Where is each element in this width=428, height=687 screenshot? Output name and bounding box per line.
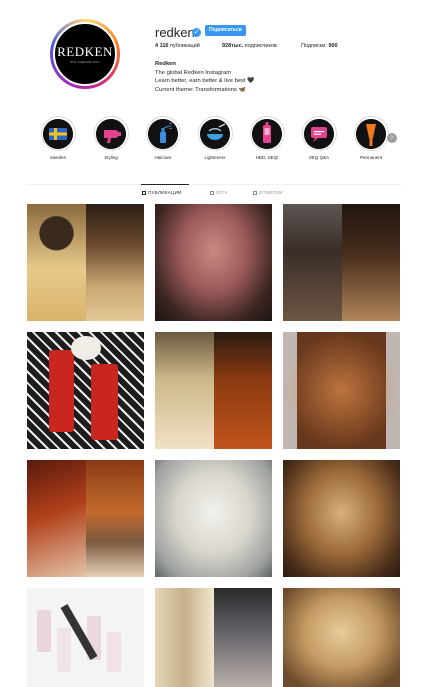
highlight-styling[interactable]: Styling: [93, 116, 129, 160]
post-thumbnail[interactable]: [155, 588, 272, 687]
post-thumbnail[interactable]: [155, 460, 272, 577]
post-thumbnail[interactable]: [27, 332, 144, 449]
post-thumbnail[interactable]: [27, 460, 144, 577]
tab-igtv-label: IGTV: [216, 190, 228, 195]
tabs-divider: [27, 184, 401, 185]
tab-igtv[interactable]: IGTV: [210, 190, 228, 195]
color-brush-icon: [356, 118, 386, 149]
post-thumbnail[interactable]: [283, 460, 400, 577]
highlight-hbd-seq[interactable]: HBD, SEQ!: [249, 116, 285, 160]
highlight-label: Sweden: [49, 155, 67, 160]
grid-icon: [142, 191, 146, 195]
followers-count: 928тыс.: [222, 43, 244, 49]
tab-posts-label: ПУБЛИКАЦИИ: [148, 190, 182, 195]
sweden-flag-icon: [43, 118, 73, 149]
posts-label: публикаций: [168, 43, 200, 49]
profile-bio: Redken The global Redken Instagram Learn…: [155, 60, 254, 94]
highlight-label: Haircare: [154, 155, 172, 160]
highlight-haircare[interactable]: Haircare: [145, 116, 181, 160]
post-thumbnail[interactable]: [155, 204, 272, 321]
following-label: Подписки:: [301, 43, 329, 49]
brush-icon: [252, 118, 282, 149]
post-thumbnail[interactable]: [283, 332, 400, 449]
highlight-label: Permanent: [359, 155, 382, 160]
powder-bowl-icon: [200, 118, 230, 149]
bio-line-1: The global Redken Instagram: [155, 69, 232, 76]
avatar-logo-text: REDKEN: [57, 43, 113, 59]
bio-line-3: Current theme: Transformations 🦋: [155, 86, 246, 93]
avatar-logo-subtext: 5TH AVENUE NYC: [70, 59, 100, 64]
post-thumbnail[interactable]: [283, 204, 400, 321]
profile-avatar[interactable]: REDKEN 5TH AVENUE NYC: [50, 19, 120, 89]
verified-badge-icon: ✓: [192, 28, 201, 37]
chat-bubble-icon: [304, 118, 334, 149]
highlight-label: Styling: [104, 155, 118, 160]
profile-username: redken: [155, 25, 195, 40]
tab-tagged-label: ОТМЕТКИ: [259, 190, 283, 195]
posts-stat: 4 116 публикаций: [155, 43, 200, 49]
highlight-lighteners[interactable]: Lighteners: [197, 116, 233, 160]
highlight-label: SEQ Q&A: [308, 155, 330, 160]
bio-line-2: Learn better, earn better & live best 🖤: [155, 78, 255, 84]
igtv-icon: [210, 191, 214, 195]
following-count: 900: [328, 43, 338, 49]
tab-tagged[interactable]: ОТМЕТКИ: [253, 190, 283, 195]
post-thumbnail[interactable]: [27, 588, 144, 687]
redken-logo: REDKEN 5TH AVENUE NYC: [53, 22, 117, 86]
highlights-next-arrow-icon[interactable]: ›: [387, 133, 397, 143]
active-tab-indicator: [141, 184, 189, 185]
following-stat[interactable]: Подписки: 900: [301, 43, 338, 49]
bio-name: Redken: [155, 61, 176, 67]
followers-stat[interactable]: 928тыс. подписчиков: [222, 43, 277, 49]
highlight-seq-qa[interactable]: SEQ Q&A: [301, 116, 337, 160]
highlight-label: Lighteners: [204, 155, 226, 160]
highlight-label: HBD, SEQ!: [255, 155, 279, 160]
post-thumbnail[interactable]: [155, 332, 272, 449]
follow-button[interactable]: Подписаться: [205, 25, 246, 36]
spray-bottle-icon: [148, 118, 178, 149]
posts-count: 4 116: [155, 43, 169, 49]
tagged-icon: [253, 191, 257, 195]
post-thumbnail[interactable]: [27, 204, 144, 321]
followers-label: подписчиков: [243, 43, 277, 49]
post-thumbnail[interactable]: [283, 588, 400, 687]
highlight-permanent[interactable]: Permanent: [353, 116, 389, 160]
tab-posts[interactable]: ПУБЛИКАЦИИ: [142, 190, 182, 195]
highlight-sweden[interactable]: Sweden: [40, 116, 76, 160]
hairdryer-icon: [96, 118, 126, 149]
